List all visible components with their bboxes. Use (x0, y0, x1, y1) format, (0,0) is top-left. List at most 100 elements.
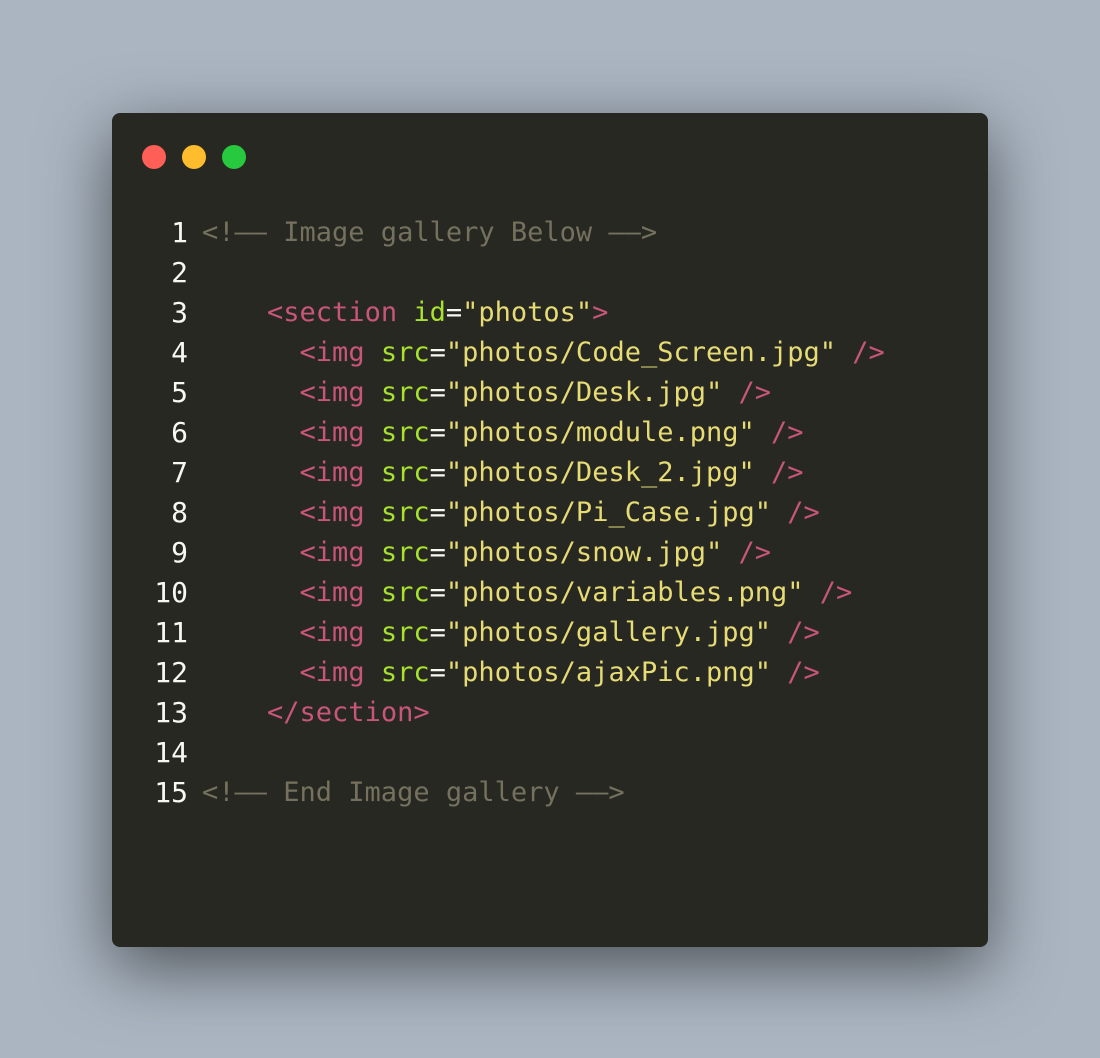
line-number: 14 (154, 736, 188, 769)
line-content: <img src="photos/ajaxPic.png" /> (188, 653, 820, 693)
token-str: "photos/ajaxPic.png" (445, 657, 771, 688)
code-line: 1 <!—— Image gallery Below ——> (112, 213, 988, 253)
token-tagname: /> (738, 537, 772, 568)
token-plain: = (429, 417, 446, 448)
token-str: "photos/variables.png" (445, 577, 804, 608)
token-tagname: <section (267, 297, 398, 328)
line-number: 10 (154, 576, 188, 609)
code-line: 11 <img src="photos/gallery.jpg" /> (112, 613, 988, 653)
line-number: 7 (171, 456, 188, 489)
token-plain: = (429, 537, 446, 568)
line-content: </section> (188, 693, 430, 733)
line-number: 1 (171, 216, 188, 249)
token-attr: id (413, 297, 446, 328)
line-content: <img src="photos/Pi_Case.jpg" /> (188, 493, 820, 533)
line-content: <img src="photos/Desk.jpg" /> (188, 373, 771, 413)
token-str: "photos/module.png" (445, 417, 755, 448)
line-content: <img src="photos/snow.jpg" /> (188, 533, 771, 573)
token-tagname: /> (787, 617, 820, 648)
window-controls (142, 145, 246, 169)
token-str: "photos/gallery.jpg" (445, 617, 771, 648)
token-str: "photos/Desk.jpg" (445, 377, 723, 408)
line-number: 3 (171, 296, 188, 329)
token-plain: = (429, 497, 446, 528)
maximize-button[interactable] (222, 145, 246, 169)
token-tagname: /> (819, 577, 853, 608)
code-line: 4 <img src="photos/Code_Screen.jpg" /> (112, 333, 988, 373)
token-tagname: <img (299, 457, 365, 488)
token-tagname: /> (787, 497, 820, 528)
line-number: 11 (154, 616, 188, 649)
token-tagname: <img (299, 657, 365, 688)
token-str: "photos/Code_Screen.jpg" (445, 337, 837, 368)
code-line: 6 <img src="photos/module.png" /> (112, 413, 988, 453)
line-number: 13 (154, 696, 188, 729)
code-line: 10 <img src="photos/variables.png" /> (112, 573, 988, 613)
token-attr: src (380, 377, 430, 408)
close-button[interactable] (142, 145, 166, 169)
token-plain: = (429, 377, 446, 408)
token-tagname: <img (299, 417, 365, 448)
line-number: 6 (171, 416, 188, 449)
code-line: 3 <section id="photos"> (112, 293, 988, 333)
code-block[interactable]: 1 <!—— Image gallery Below ——> 2 3 <section… (112, 213, 988, 813)
token-tagname: <img (299, 537, 365, 568)
token-comment: <!—— End Image gallery ——> (202, 777, 625, 808)
token-plain: = (429, 617, 446, 648)
line-content: <img src="photos/Code_Screen.jpg" /> (188, 333, 885, 373)
line-content: <img src="photos/module.png" /> (188, 413, 804, 453)
line-content (188, 733, 202, 773)
code-line: 13 </section> (112, 693, 988, 733)
line-content: <!—— Image gallery Below ——> (188, 213, 657, 253)
token-str: "photos" (462, 297, 593, 328)
line-number: 2 (171, 256, 188, 289)
code-line: 2 (112, 253, 988, 293)
line-content: <img src="photos/gallery.jpg" /> (188, 613, 820, 653)
line-number: 8 (171, 496, 188, 529)
code-window: 1 <!—— Image gallery Below ——> 2 3 <section… (112, 113, 988, 947)
code-line: 8 <img src="photos/Pi_Case.jpg" /> (112, 493, 988, 533)
code-line: 7 <img src="photos/Desk_2.jpg" /> (112, 453, 988, 493)
token-tagname: /> (852, 337, 885, 368)
token-str: "photos/Desk_2.jpg" (445, 457, 755, 488)
line-content: <section id="photos"> (188, 293, 608, 333)
minimize-button[interactable] (182, 145, 206, 169)
line-number: 9 (171, 536, 188, 569)
line-number: 4 (171, 336, 188, 369)
code-line: 5 <img src="photos/Desk.jpg" /> (112, 373, 988, 413)
token-plain: = (429, 577, 446, 608)
line-content: <!—— End Image gallery ——> (188, 773, 625, 813)
token-str: "photos/snow.jpg" (445, 537, 723, 568)
token-tagname: <img (299, 577, 365, 608)
token-tagname: > (592, 297, 609, 328)
token-attr: src (380, 617, 430, 648)
line-content (188, 253, 202, 293)
line-number: 12 (154, 656, 188, 689)
line-content: <img src="photos/variables.png" /> (188, 573, 853, 613)
line-number: 5 (171, 376, 188, 409)
token-attr: src (380, 657, 430, 688)
token-attr: src (380, 337, 430, 368)
